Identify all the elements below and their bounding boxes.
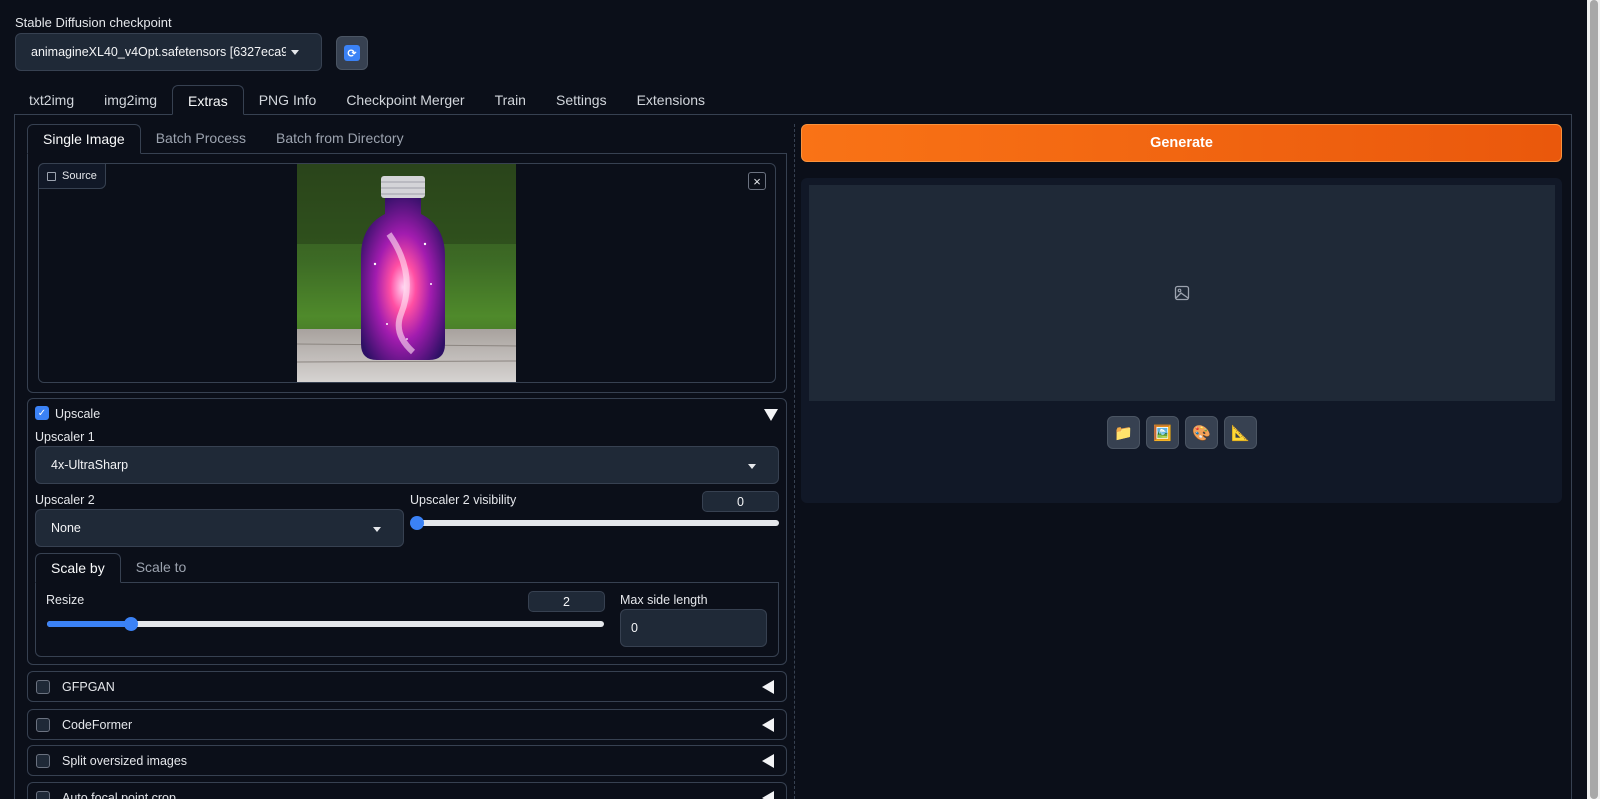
gfpgan-checkbox[interactable] — [36, 679, 50, 694]
generate-button[interactable]: Generate — [801, 124, 1562, 162]
split-oversized-checkbox[interactable] — [36, 753, 50, 768]
expand-triangle-icon[interactable] — [762, 718, 774, 732]
tab-extensions[interactable]: Extensions — [622, 85, 720, 115]
output-gallery[interactable] — [809, 185, 1555, 401]
codeformer-checkbox[interactable] — [36, 717, 50, 732]
resize-label: Resize — [46, 593, 85, 607]
codeformer-label: CodeFormer — [62, 717, 133, 732]
max-side-length-input[interactable]: 0 — [620, 609, 767, 647]
auto-focal-crop-label: Auto focal point crop — [62, 790, 176, 799]
clear-image-button[interactable]: × — [748, 172, 766, 190]
auto-focal-crop-checkbox[interactable] — [36, 790, 50, 799]
upscale-label: Upscale — [55, 407, 101, 421]
column-divider — [794, 124, 795, 799]
tab-settings[interactable]: Settings — [541, 85, 622, 115]
resize-slider[interactable] — [47, 617, 604, 631]
tab-extras[interactable]: Extras — [172, 85, 244, 115]
upscaler2-visibility-slider[interactable] — [410, 516, 779, 530]
open-folder-button[interactable]: 📁 — [1107, 416, 1140, 449]
palette-icon: 🎨 — [1192, 424, 1211, 442]
gfpgan-label: GFPGAN — [62, 679, 115, 694]
max-side-length-label: Max side length — [620, 593, 708, 607]
image-icon — [1174, 285, 1190, 301]
split-oversized-label: Split oversized images — [62, 753, 188, 768]
slider-fill — [47, 621, 131, 627]
tab-txt2img[interactable]: txt2img — [14, 85, 89, 115]
split-oversized-section[interactable]: Split oversized images — [27, 745, 787, 776]
refresh-icon: ⟳ — [344, 45, 360, 61]
send-to-extras-button[interactable]: 📐 — [1224, 416, 1257, 449]
upscaler2-label: Upscaler 2 — [35, 493, 95, 507]
chevron-down-icon — [373, 527, 381, 532]
tab-checkpoint-merger[interactable]: Checkpoint Merger — [331, 85, 479, 115]
source-image — [297, 164, 516, 382]
picture-icon: 🖼️ — [1153, 424, 1172, 442]
upscaler2-visibility-input[interactable]: 0 — [702, 491, 779, 512]
send-to-img2img-button[interactable]: 🖼️ — [1146, 416, 1179, 449]
slider-thumb[interactable] — [123, 617, 138, 631]
expand-triangle-icon[interactable] — [762, 754, 774, 768]
send-to-inpaint-button[interactable]: 🎨 — [1185, 416, 1218, 449]
tab-scale-by[interactable]: Scale by — [35, 553, 121, 583]
bottle-photo — [297, 164, 516, 382]
tab-png-info[interactable]: PNG Info — [244, 85, 332, 115]
tab-batch-process[interactable]: Batch Process — [141, 124, 261, 154]
source-label-text: Source — [62, 170, 97, 182]
main-tabs: txt2img img2img Extras PNG Info Checkpoi… — [14, 85, 720, 115]
chevron-down-icon — [291, 50, 299, 55]
upscaler2-visibility-label: Upscaler 2 visibility — [410, 493, 517, 507]
tab-scale-to[interactable]: Scale to — [121, 553, 202, 583]
checkpoint-value: animagineXL40_v4Opt.safetensors [6327eca… — [31, 45, 286, 59]
upscale-checkbox[interactable]: ✓ — [35, 406, 49, 420]
folder-icon: 📁 — [1114, 424, 1133, 442]
upscaler2-value: None — [51, 521, 81, 535]
scrollbar-thumb[interactable] — [1590, 0, 1598, 799]
tab-img2img[interactable]: img2img — [89, 85, 172, 115]
expand-triangle-icon[interactable] — [762, 680, 774, 694]
scale-tabs: Scale by Scale to — [35, 553, 201, 583]
upscaler1-value: 4x-UltraSharp — [51, 458, 129, 472]
slider-thumb[interactable] — [410, 516, 424, 530]
checkpoint-dropdown[interactable]: animagineXL40_v4Opt.safetensors [6327eca… — [15, 33, 322, 71]
chevron-down-icon — [748, 464, 756, 469]
resize-input[interactable]: 2 — [528, 591, 605, 612]
gfpgan-section[interactable]: GFPGAN — [27, 671, 787, 702]
upscaler1-dropdown[interactable]: 4x-UltraSharp — [35, 446, 779, 484]
tab-batch-from-directory[interactable]: Batch from Directory — [261, 124, 419, 154]
auto-focal-crop-section[interactable]: Auto focal point crop — [27, 782, 787, 799]
collapse-triangle-icon[interactable] — [764, 409, 778, 421]
refresh-checkpoint-button[interactable]: ⟳ — [336, 36, 368, 70]
source-label: Source — [38, 163, 106, 189]
checkpoint-label: Stable Diffusion checkpoint — [15, 15, 172, 30]
tab-train[interactable]: Train — [480, 85, 541, 115]
tab-single-image[interactable]: Single Image — [27, 124, 141, 154]
expand-triangle-icon[interactable] — [762, 791, 774, 799]
image-icon — [47, 171, 56, 181]
ruler-triangle-icon: 📐 — [1231, 424, 1250, 442]
upscaler2-dropdown[interactable]: None — [35, 509, 404, 547]
upscaler1-label: Upscaler 1 — [35, 430, 95, 444]
codeformer-section[interactable]: CodeFormer — [27, 709, 787, 740]
extras-mode-tabs: Single Image Batch Process Batch from Di… — [27, 124, 419, 154]
